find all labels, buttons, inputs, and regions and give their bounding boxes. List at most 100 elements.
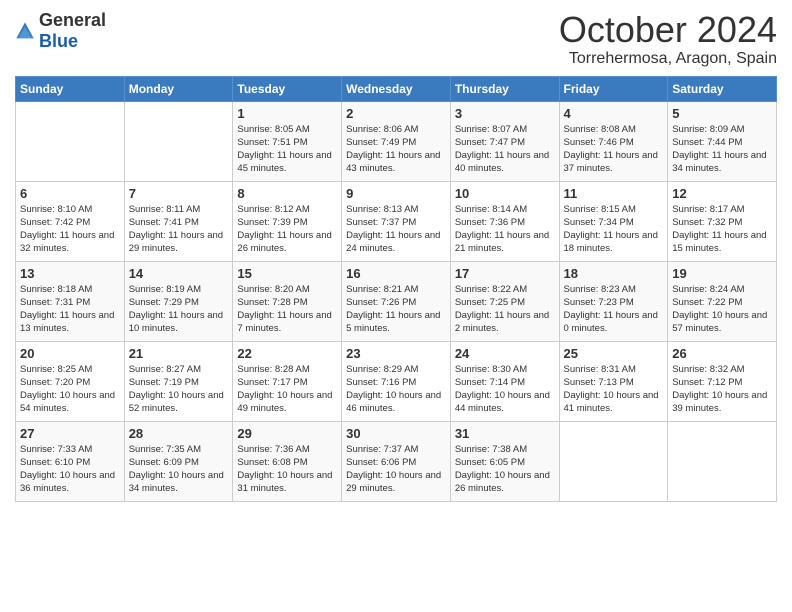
day-detail: Sunrise: 8:13 AMSunset: 7:37 PMDaylight:… [346, 203, 446, 256]
day-detail: Sunrise: 7:35 AMSunset: 6:09 PMDaylight:… [129, 443, 229, 496]
day-detail: Sunrise: 8:09 AMSunset: 7:44 PMDaylight:… [672, 123, 772, 176]
day-number: 5 [672, 106, 772, 121]
day-detail: Sunrise: 8:05 AMSunset: 7:51 PMDaylight:… [237, 123, 337, 176]
calendar-cell: 15 Sunrise: 8:20 AMSunset: 7:28 PMDayligh… [233, 261, 342, 341]
calendar-cell: 25 Sunrise: 8:31 AMSunset: 7:13 PMDayligh… [559, 341, 668, 421]
calendar-cell: 29 Sunrise: 7:36 AMSunset: 6:08 PMDayligh… [233, 421, 342, 501]
day-detail: Sunrise: 8:29 AMSunset: 7:16 PMDaylight:… [346, 363, 446, 416]
day-number: 28 [129, 426, 229, 441]
day-detail: Sunrise: 8:31 AMSunset: 7:13 PMDaylight:… [564, 363, 664, 416]
calendar-cell: 5 Sunrise: 8:09 AMSunset: 7:44 PMDaylight… [668, 101, 777, 181]
calendar-week-row: 13 Sunrise: 8:18 AMSunset: 7:31 PMDayligh… [16, 261, 777, 341]
calendar-week-row: 6Sunrise: 8:10 AMSunset: 7:42 PMDaylight… [16, 181, 777, 261]
logo-general: General [39, 10, 106, 30]
day-detail: Sunrise: 7:38 AMSunset: 6:05 PMDaylight:… [455, 443, 555, 496]
day-number: 29 [237, 426, 337, 441]
calendar-cell: 10 Sunrise: 8:14 AMSunset: 7:36 PMDayligh… [450, 181, 559, 261]
day-number: 2 [346, 106, 446, 121]
calendar-cell: 30 Sunrise: 7:37 AMSunset: 6:06 PMDayligh… [342, 421, 451, 501]
calendar-cell: 18 Sunrise: 8:23 AMSunset: 7:23 PMDayligh… [559, 261, 668, 341]
calendar-table: SundayMondayTuesdayWednesdayThursdayFrid… [15, 76, 777, 502]
calendar-week-row: 27 Sunrise: 7:33 AMSunset: 6:10 PMDayligh… [16, 421, 777, 501]
calendar-cell [16, 101, 125, 181]
calendar-cell: 17 Sunrise: 8:22 AMSunset: 7:25 PMDayligh… [450, 261, 559, 341]
calendar-cell: 20 Sunrise: 8:25 AMSunset: 7:20 PMDayligh… [16, 341, 125, 421]
day-number: 30 [346, 426, 446, 441]
day-number: 16 [346, 266, 446, 281]
calendar-cell: 28 Sunrise: 7:35 AMSunset: 6:09 PMDayligh… [124, 421, 233, 501]
day-number: 4 [564, 106, 664, 121]
calendar-cell [559, 421, 668, 501]
weekday-header: Friday [559, 76, 668, 101]
calendar-cell: 3 Sunrise: 8:07 AMSunset: 7:47 PMDaylight… [450, 101, 559, 181]
month-title: October 2024 [559, 10, 777, 50]
day-number: 9 [346, 186, 446, 201]
calendar-cell: 23Sunrise: 8:29 AMSunset: 7:16 PMDayligh… [342, 341, 451, 421]
day-detail: Sunrise: 8:19 AMSunset: 7:29 PMDaylight:… [129, 283, 229, 336]
day-number: 20 [20, 346, 120, 361]
calendar-week-row: 20 Sunrise: 8:25 AMSunset: 7:20 PMDayligh… [16, 341, 777, 421]
calendar-body: 1Sunrise: 8:05 AMSunset: 7:51 PMDaylight… [16, 101, 777, 501]
calendar-cell: 14 Sunrise: 8:19 AMSunset: 7:29 PMDayligh… [124, 261, 233, 341]
calendar-cell: 26 Sunrise: 8:32 AMSunset: 7:12 PMDayligh… [668, 341, 777, 421]
weekday-header: Thursday [450, 76, 559, 101]
calendar-cell: 13 Sunrise: 8:18 AMSunset: 7:31 PMDayligh… [16, 261, 125, 341]
day-number: 17 [455, 266, 555, 281]
day-detail: Sunrise: 8:22 AMSunset: 7:25 PMDaylight:… [455, 283, 555, 336]
day-detail: Sunrise: 8:11 AMSunset: 7:41 PMDaylight:… [129, 203, 229, 256]
day-number: 7 [129, 186, 229, 201]
day-number: 26 [672, 346, 772, 361]
day-number: 25 [564, 346, 664, 361]
day-detail: Sunrise: 8:07 AMSunset: 7:47 PMDaylight:… [455, 123, 555, 176]
calendar-cell: 11 Sunrise: 8:15 AMSunset: 7:34 PMDayligh… [559, 181, 668, 261]
day-detail: Sunrise: 8:28 AMSunset: 7:17 PMDaylight:… [237, 363, 337, 416]
day-detail: Sunrise: 8:08 AMSunset: 7:46 PMDaylight:… [564, 123, 664, 176]
day-detail: Sunrise: 7:37 AMSunset: 6:06 PMDaylight:… [346, 443, 446, 496]
day-number: 15 [237, 266, 337, 281]
calendar-header: SundayMondayTuesdayWednesdayThursdayFrid… [16, 76, 777, 101]
logo-text: General Blue [39, 10, 106, 52]
day-detail: Sunrise: 8:23 AMSunset: 7:23 PMDaylight:… [564, 283, 664, 336]
day-number: 12 [672, 186, 772, 201]
day-detail: Sunrise: 8:14 AMSunset: 7:36 PMDaylight:… [455, 203, 555, 256]
day-detail: Sunrise: 8:25 AMSunset: 7:20 PMDaylight:… [20, 363, 120, 416]
day-number: 14 [129, 266, 229, 281]
day-detail: Sunrise: 7:36 AMSunset: 6:08 PMDaylight:… [237, 443, 337, 496]
day-detail: Sunrise: 8:10 AMSunset: 7:42 PMDaylight:… [20, 203, 120, 256]
calendar-cell: 2 Sunrise: 8:06 AMSunset: 7:49 PMDaylight… [342, 101, 451, 181]
day-detail: Sunrise: 8:17 AMSunset: 7:32 PMDaylight:… [672, 203, 772, 256]
weekday-header: Tuesday [233, 76, 342, 101]
calendar-cell: 21Sunrise: 8:27 AMSunset: 7:19 PMDayligh… [124, 341, 233, 421]
page-header: General Blue October 2024 Torrehermosa, … [15, 10, 777, 68]
calendar-cell: 24 Sunrise: 8:30 AMSunset: 7:14 PMDayligh… [450, 341, 559, 421]
logo-blue: Blue [39, 31, 78, 51]
calendar-cell: 1Sunrise: 8:05 AMSunset: 7:51 PMDaylight… [233, 101, 342, 181]
calendar-cell: 16 Sunrise: 8:21 AMSunset: 7:26 PMDayligh… [342, 261, 451, 341]
calendar-cell: 7 Sunrise: 8:11 AMSunset: 7:41 PMDaylight… [124, 181, 233, 261]
calendar-cell: 27 Sunrise: 7:33 AMSunset: 6:10 PMDayligh… [16, 421, 125, 501]
calendar-cell: 9 Sunrise: 8:13 AMSunset: 7:37 PMDaylight… [342, 181, 451, 261]
day-detail: Sunrise: 8:18 AMSunset: 7:31 PMDaylight:… [20, 283, 120, 336]
day-detail: Sunrise: 8:21 AMSunset: 7:26 PMDaylight:… [346, 283, 446, 336]
day-number: 11 [564, 186, 664, 201]
day-number: 27 [20, 426, 120, 441]
day-number: 13 [20, 266, 120, 281]
day-detail: Sunrise: 8:12 AMSunset: 7:39 PMDaylight:… [237, 203, 337, 256]
day-detail: Sunrise: 8:06 AMSunset: 7:49 PMDaylight:… [346, 123, 446, 176]
day-detail: Sunrise: 7:33 AMSunset: 6:10 PMDaylight:… [20, 443, 120, 496]
day-detail: Sunrise: 8:32 AMSunset: 7:12 PMDaylight:… [672, 363, 772, 416]
day-detail: Sunrise: 8:15 AMSunset: 7:34 PMDaylight:… [564, 203, 664, 256]
day-number: 24 [455, 346, 555, 361]
day-number: 18 [564, 266, 664, 281]
calendar-cell: 8Sunrise: 8:12 AMSunset: 7:39 PMDaylight… [233, 181, 342, 261]
calendar-cell: 6Sunrise: 8:10 AMSunset: 7:42 PMDaylight… [16, 181, 125, 261]
day-detail: Sunrise: 8:27 AMSunset: 7:19 PMDaylight:… [129, 363, 229, 416]
day-detail: Sunrise: 8:30 AMSunset: 7:14 PMDaylight:… [455, 363, 555, 416]
day-number: 3 [455, 106, 555, 121]
logo-icon [15, 21, 35, 41]
day-detail: Sunrise: 8:20 AMSunset: 7:28 PMDaylight:… [237, 283, 337, 336]
location-title: Torrehermosa, Aragon, Spain [559, 50, 777, 68]
weekday-header: Sunday [16, 76, 125, 101]
calendar-cell: 19Sunrise: 8:24 AMSunset: 7:22 PMDayligh… [668, 261, 777, 341]
day-number: 10 [455, 186, 555, 201]
